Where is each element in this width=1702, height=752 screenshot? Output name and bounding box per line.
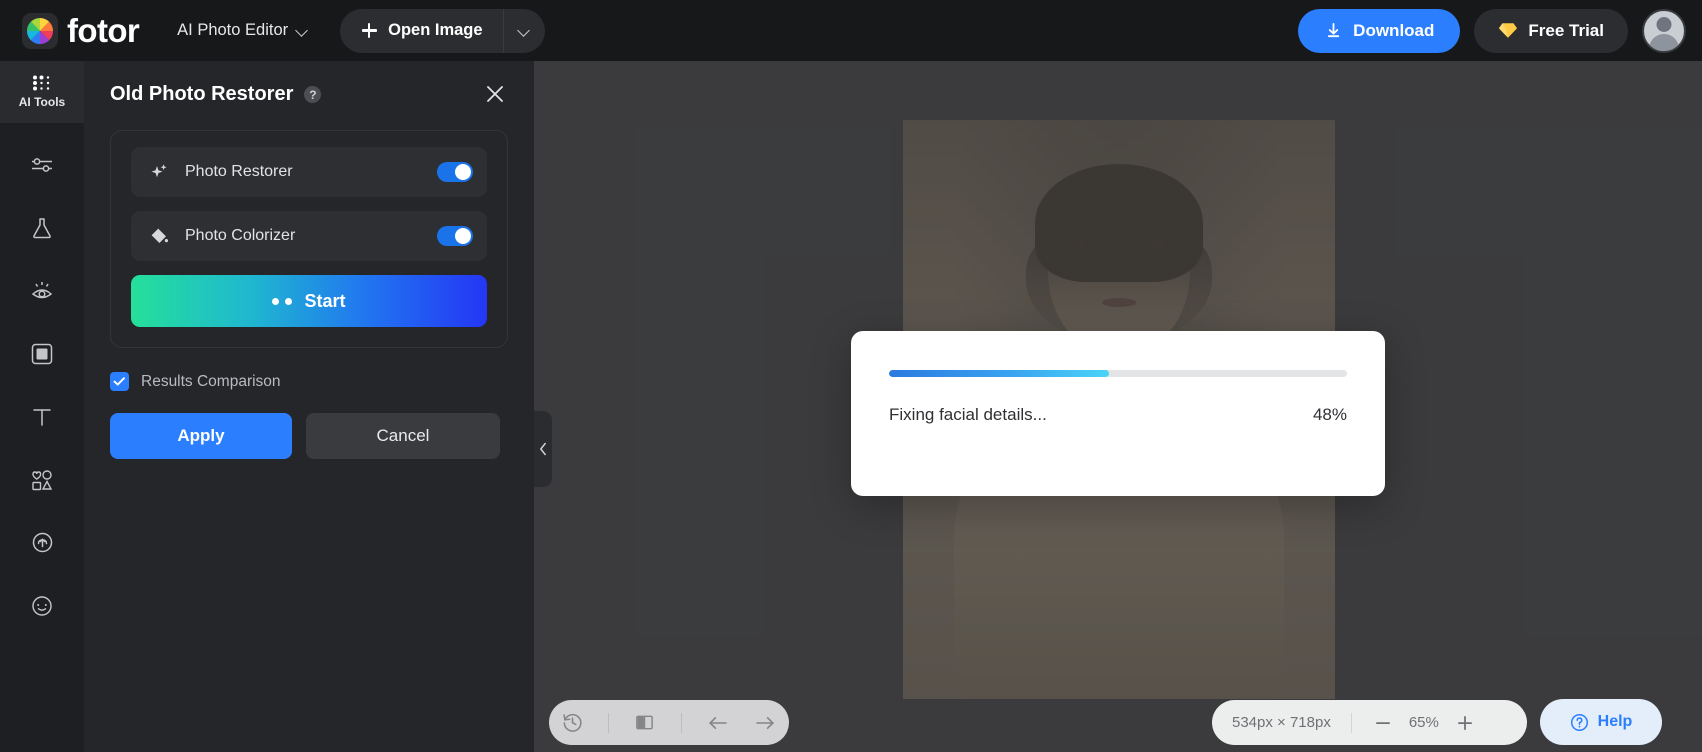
option-photo-colorizer[interactable]: Photo Colorizer [131, 211, 487, 261]
toolbar-divider [680, 712, 682, 733]
tool-panel: Old Photo Restorer ? Photo Restorer Phot… [84, 61, 534, 752]
zoom-out-button[interactable] [1368, 708, 1398, 738]
page-title: Old Photo Restorer [110, 83, 294, 105]
fotor-editor-app: fotor AI Photo Editor Open Image Downloa… [0, 0, 1702, 752]
start-label: Start [304, 290, 346, 311]
chevron-down-icon [297, 25, 308, 36]
chevron-left-icon [539, 442, 546, 456]
undo-arrow-icon[interactable] [707, 713, 729, 733]
zoom-in-button[interactable] [1450, 708, 1480, 738]
results-comparison-checkbox[interactable] [110, 372, 129, 391]
editor-mode-selector[interactable]: AI Photo Editor [177, 21, 308, 40]
text-icon [31, 406, 53, 428]
download-label: Download [1353, 20, 1435, 40]
results-comparison-label: Results Comparison [141, 372, 281, 390]
plus-icon [1457, 715, 1472, 730]
progress-bar-fill [889, 370, 1109, 377]
option-label: Photo Colorizer [185, 227, 296, 244]
checkmark-icon [113, 377, 125, 386]
toggle-photo-colorizer[interactable] [437, 226, 473, 246]
rail-spacer [0, 123, 84, 133]
open-image-group: Open Image [340, 8, 545, 53]
adjust-sliders-icon [30, 155, 54, 175]
compare-split-icon[interactable] [634, 712, 655, 733]
panel-collapse-handle[interactable] [534, 411, 552, 487]
sidebar-item-more[interactable] [0, 574, 84, 637]
sparkles-icon [149, 162, 171, 182]
option-photo-restorer[interactable]: Photo Restorer [131, 147, 487, 197]
open-image-button[interactable]: Open Image [340, 9, 502, 53]
two-dots-icon [272, 297, 293, 305]
free-trial-button[interactable]: Free Trial [1474, 8, 1628, 53]
sidebar-item-ai-tools[interactable]: AI Tools [0, 61, 84, 123]
minus-icon [1375, 721, 1390, 724]
progress-percent-text: 48% [1312, 405, 1347, 424]
canvas-history-toolbar [549, 700, 789, 745]
fotor-color-wheel-logo-icon [22, 12, 58, 49]
panel-actions: Apply Cancel [110, 413, 508, 459]
help-button[interactable]: Help [1540, 699, 1662, 745]
brand-name: fotor [67, 12, 140, 49]
zoom-level-label: 65% [1408, 714, 1439, 731]
free-trial-label: Free Trial [1528, 20, 1604, 40]
progress-bar-track [889, 370, 1347, 377]
progress-modal: Fixing facial details... 48% [851, 331, 1385, 496]
option-label: Photo Restorer [185, 163, 293, 180]
history-clock-icon[interactable] [562, 712, 583, 733]
start-button[interactable]: Start [131, 275, 487, 327]
open-image-dropdown-button[interactable] [502, 8, 545, 53]
close-icon[interactable] [482, 81, 508, 107]
toggle-photo-restorer[interactable] [437, 162, 473, 182]
top-bar-actions: Download Free Trial [1298, 0, 1686, 61]
download-icon [1328, 22, 1340, 38]
upload-cloud-icon [31, 531, 54, 554]
panel-header: Old Photo Restorer ? [84, 61, 534, 106]
avatar[interactable] [1642, 8, 1686, 53]
toolbar-divider [1350, 712, 1352, 733]
chevron-down-icon [519, 25, 530, 36]
help-circle-icon [1570, 713, 1588, 731]
sidebar-item-text[interactable] [0, 385, 84, 448]
help-label: Help [1597, 713, 1633, 730]
editor-mode-label: AI Photo Editor [177, 21, 289, 39]
more-dots-icon [31, 595, 53, 617]
sidebar-item-elements[interactable] [0, 448, 84, 511]
frame-border-icon [31, 343, 53, 365]
plus-icon [362, 23, 378, 38]
cancel-button[interactable]: Cancel [306, 413, 500, 459]
redo-arrow-icon[interactable] [754, 713, 776, 733]
ai-tools-grid-icon [32, 75, 52, 91]
apply-button[interactable]: Apply [110, 413, 292, 459]
zoom-toolbar: 534px × 718px 65% [1212, 700, 1527, 745]
sidebar-item-retouch[interactable] [0, 259, 84, 322]
open-image-label: Open Image [388, 21, 483, 39]
sidebar-item-effects[interactable] [0, 196, 84, 259]
elements-shapes-icon [31, 469, 53, 491]
sidebar-item-label: AI Tools [18, 95, 66, 109]
progress-status-text: Fixing facial details... [889, 405, 1047, 424]
retouch-eye-icon [30, 280, 54, 302]
diamond-icon [1499, 23, 1518, 38]
flask-effects-icon [32, 217, 52, 239]
image-dimensions-label: 534px × 718px [1232, 714, 1331, 731]
left-icon-rail: AI Tools [0, 61, 84, 752]
results-comparison-row[interactable]: Results Comparison [110, 372, 534, 391]
help-question-icon[interactable]: ? [304, 86, 322, 103]
toolbar-divider [607, 712, 609, 733]
brand-logo[interactable]: fotor [22, 12, 140, 49]
download-button[interactable]: Download [1298, 8, 1461, 53]
progress-modal-status-row: Fixing facial details... 48% [889, 405, 1347, 425]
paint-bucket-icon [149, 226, 171, 246]
sidebar-item-frame[interactable] [0, 322, 84, 385]
sidebar-item-upload[interactable] [0, 511, 84, 574]
top-bar: fotor AI Photo Editor Open Image Downloa… [0, 0, 1702, 61]
options-card: Photo Restorer Photo Colorizer Start [110, 130, 508, 348]
sidebar-item-adjust[interactable] [0, 133, 84, 196]
